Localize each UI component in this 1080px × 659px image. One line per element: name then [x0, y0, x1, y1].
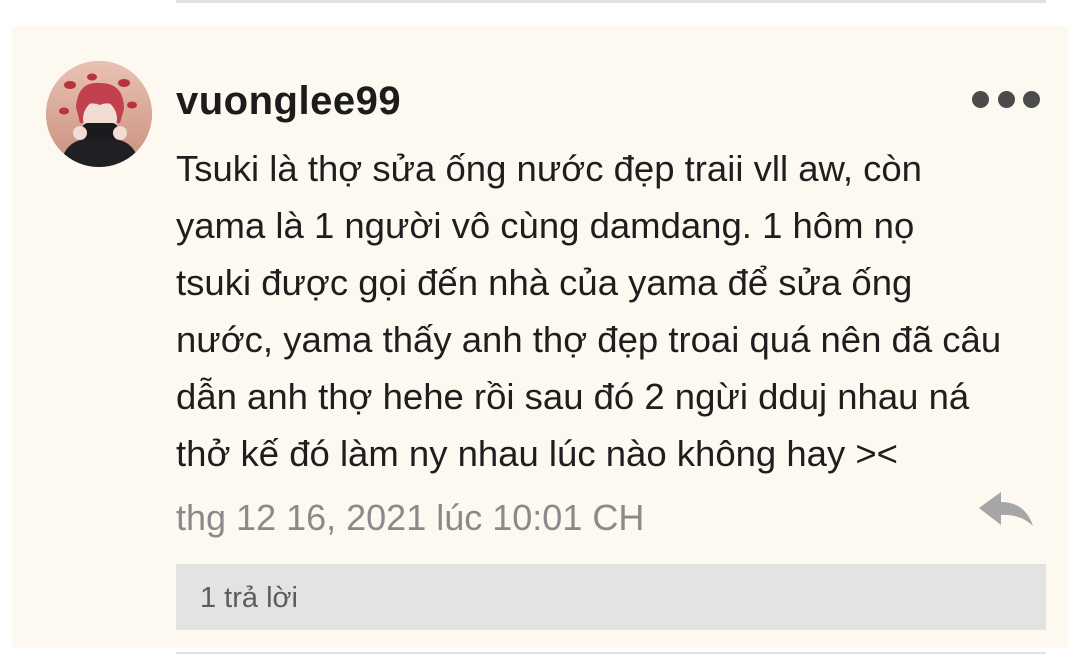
more-horizontal-icon — [1023, 90, 1040, 108]
comment-body: Tsuki là thợ sửa ống nước đẹp traii vll … — [176, 148, 1002, 474]
more-options-button[interactable] — [972, 84, 1040, 114]
replies-count-label: 1 trả lời — [200, 582, 298, 614]
username[interactable]: vuonglee99 — [176, 76, 401, 126]
comment-timestamp: thg 12 16, 2021 lúc 10:01 CH — [176, 497, 645, 538]
view-replies-button[interactable]: 1 trả lời — [176, 564, 1046, 630]
top-divider — [176, 0, 1046, 3]
user-avatar-icon[interactable] — [46, 61, 152, 167]
bottom-divider — [176, 652, 1046, 654]
reply-arrow-icon[interactable] — [975, 488, 1037, 532]
more-horizontal-icon — [997, 90, 1015, 108]
more-horizontal-icon — [972, 90, 989, 108]
